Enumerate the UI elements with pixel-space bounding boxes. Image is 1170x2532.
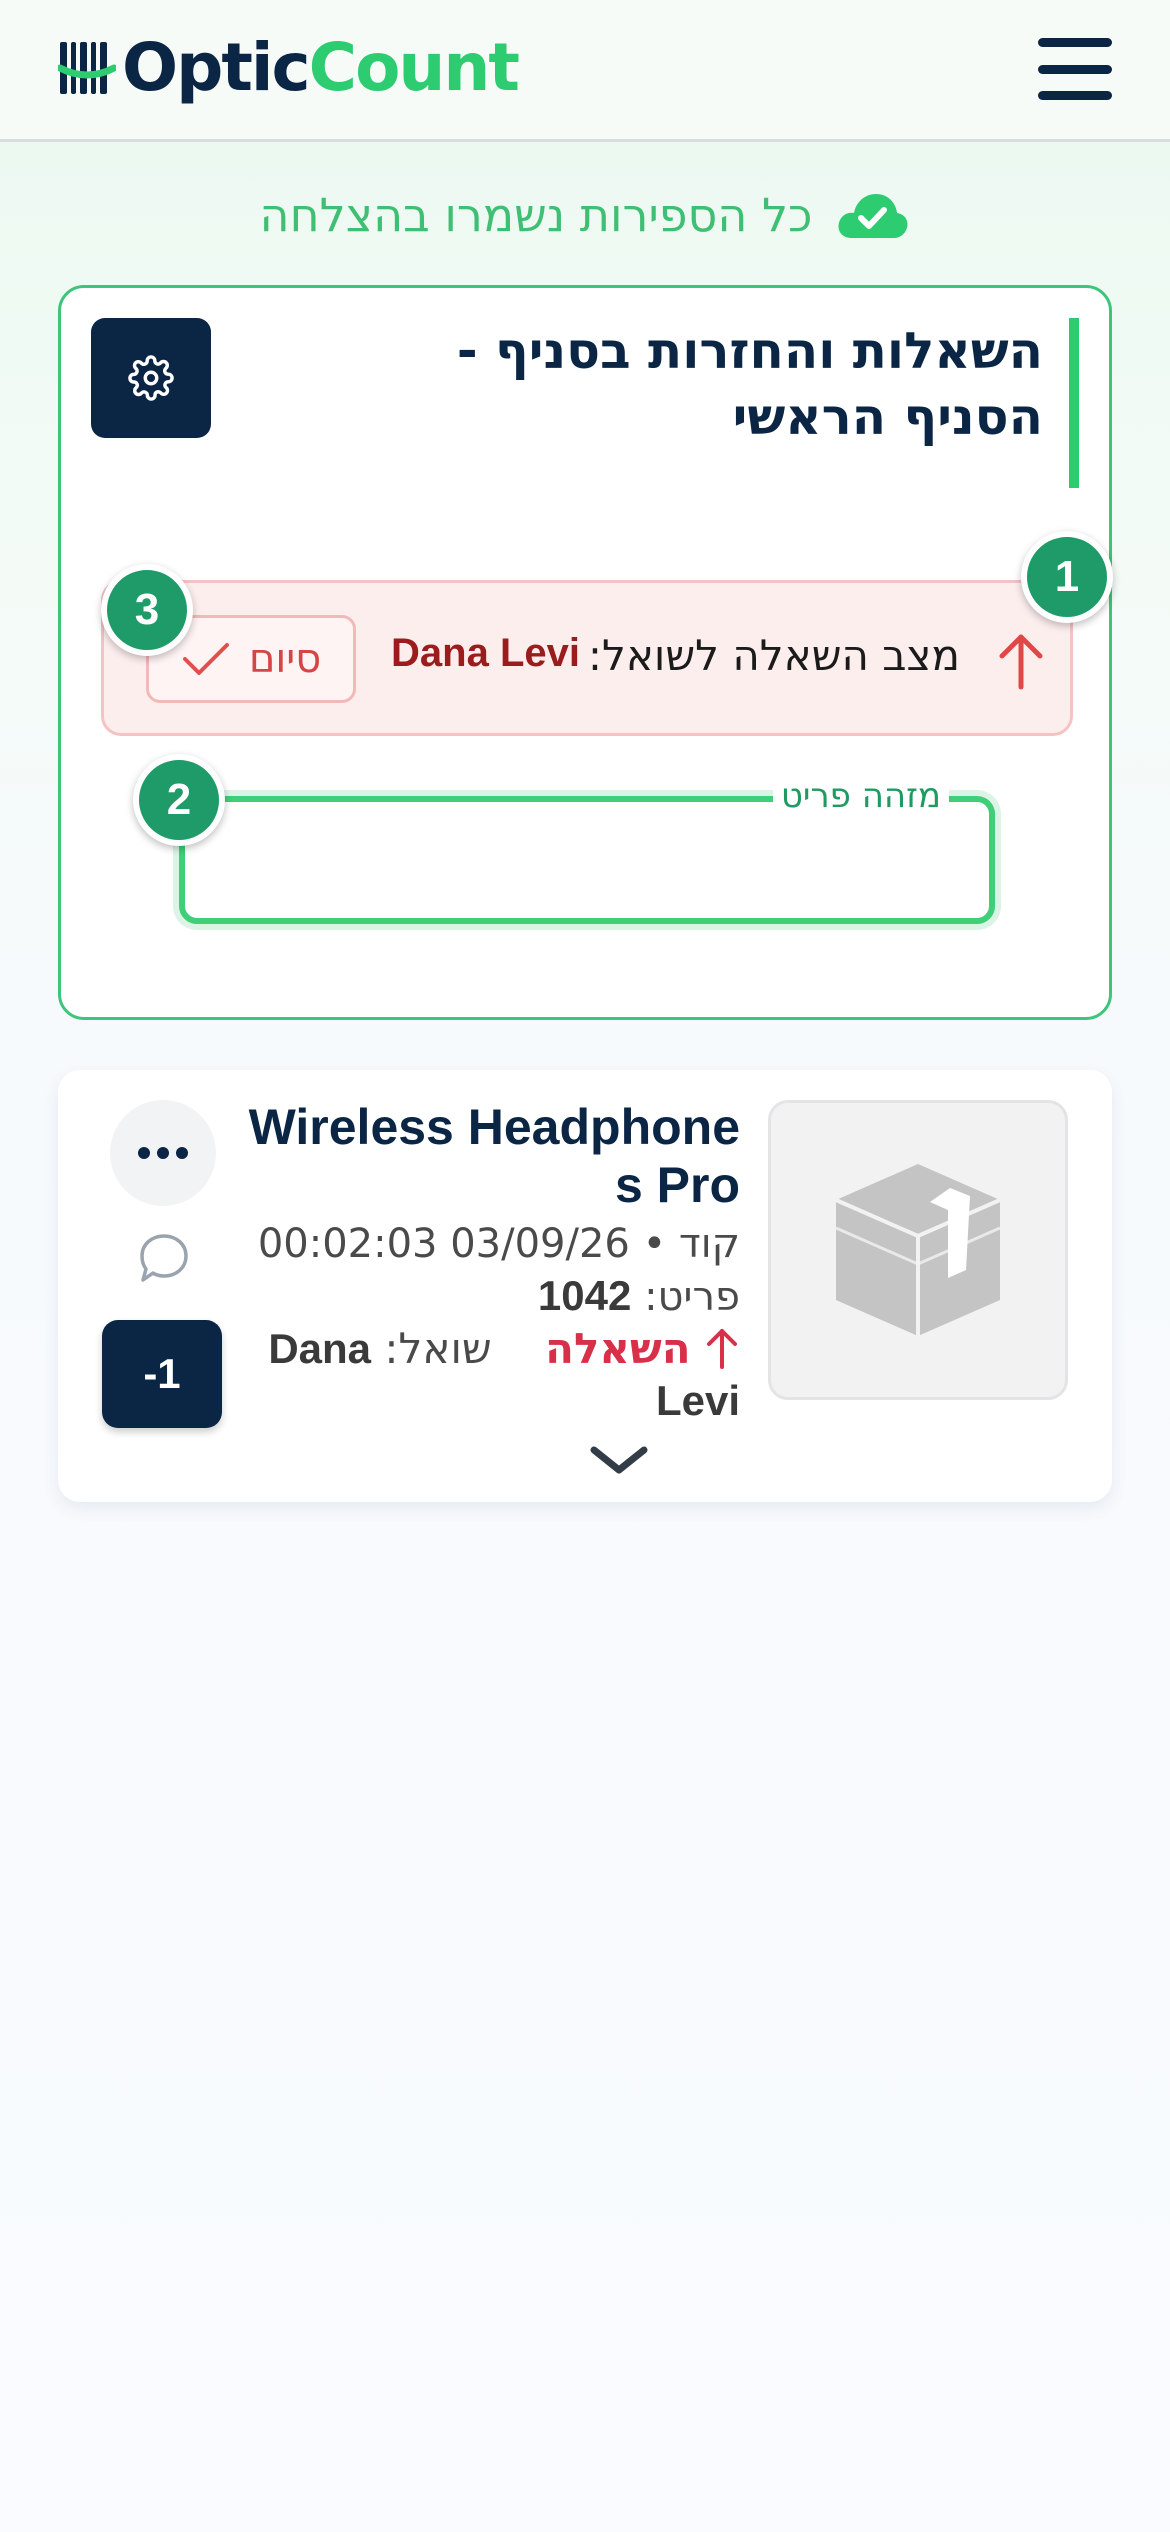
borrower-name: Dana Levi: [391, 631, 580, 675]
arrow-up-icon: [999, 634, 1043, 690]
step-badge-1: 1: [1021, 531, 1113, 623]
package-box-icon: [835, 1164, 1001, 1336]
item-id-label: מזהה פריט: [772, 776, 949, 816]
comment-icon[interactable]: [138, 1232, 190, 1284]
app-header: OpticCount: [0, 0, 1170, 142]
item-borrower-label: שואל:: [384, 1324, 492, 1373]
loan-status-bar: מצב השאלה לשואל: Dana Levi סיום: [101, 580, 1073, 736]
step-badge-3: 3: [101, 564, 193, 656]
session-title: השאלות והחזרות בסניף - הסניף הראשי: [456, 322, 1043, 446]
item-code: 1042: [537, 1272, 632, 1319]
settings-button[interactable]: [91, 318, 211, 438]
item-name: Wireless Headphones Pro: [248, 1099, 740, 1213]
item-image-placeholder: [768, 1100, 1068, 1400]
item-number-label: פריט:: [644, 1274, 740, 1320]
item-code-label: קוד: [678, 1221, 740, 1267]
barcode-logo-icon: [58, 42, 116, 94]
item-datetime: 03/09/26 00:02:03: [257, 1221, 630, 1267]
decrement-quantity-button[interactable]: -1: [102, 1320, 222, 1428]
finish-button-label: סיום: [248, 636, 322, 682]
app-logo[interactable]: OpticCount: [58, 28, 520, 108]
more-dots-icon: [138, 1147, 188, 1159]
chevron-down-icon[interactable]: [588, 1442, 650, 1478]
item-id-field[interactable]: מזהה פריט: [179, 776, 995, 924]
item-card[interactable]: Wireless Headphones Pro קוד • 03/09/26 0…: [58, 1070, 1112, 1502]
hamburger-menu-icon[interactable]: [1038, 38, 1112, 100]
logo-text: OpticCount: [122, 29, 520, 106]
step-badge-2: 2: [133, 754, 225, 846]
loan-status-label: מצב השאלה לשואל:: [587, 631, 960, 680]
session-title-block: השאלות והחזרות בסניף - הסניף הראשי: [359, 318, 1079, 488]
item-meta: קוד • 03/09/26 00:02:03 פריט: 1042: [240, 1218, 740, 1323]
sync-status: כל הספירות נשמרו בהצלחה: [0, 180, 1170, 250]
session-card: השאלות והחזרות בסניף - הסניף הראשי מצב ה…: [58, 285, 1113, 1020]
gear-icon: [128, 355, 174, 401]
item-action-type: השאלה: [545, 1324, 691, 1373]
cloud-check-icon: [838, 194, 908, 238]
checkmark-icon: [182, 643, 229, 675]
meta-separator: •: [642, 1221, 667, 1267]
arrow-up-icon: [707, 1329, 737, 1369]
item-info: Wireless Headphones Pro קוד • 03/09/26 0…: [240, 1098, 740, 1427]
item-action-row: השאלה שואל: Dana Levi: [240, 1323, 740, 1427]
item-id-input[interactable]: [185, 802, 989, 918]
sync-status-text: כל הספירות נשמרו בהצלחה: [259, 188, 813, 242]
more-options-button[interactable]: [110, 1100, 216, 1206]
